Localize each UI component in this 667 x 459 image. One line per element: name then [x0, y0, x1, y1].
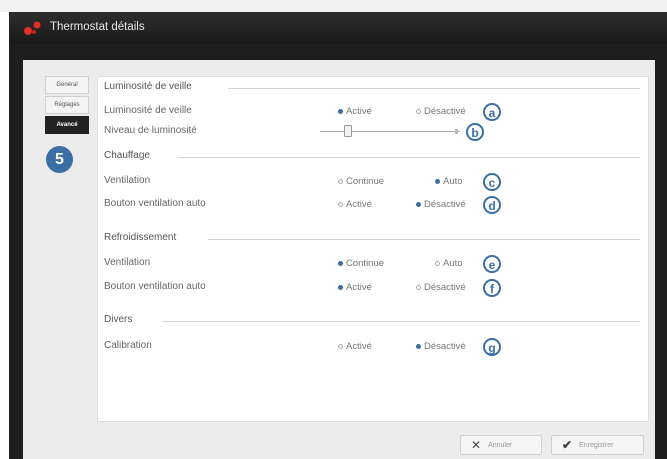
- radio-luminosite-desactive[interactable]: Désactivé: [416, 106, 466, 117]
- tab-general[interactable]: Général: [45, 76, 89, 94]
- radio-dot-icon: [338, 344, 343, 349]
- marker-d: d: [483, 196, 501, 214]
- radio-dot-icon: [435, 261, 440, 266]
- marker-c: c: [483, 173, 501, 191]
- label-niveau-luminosite: Niveau de luminosité: [104, 125, 197, 136]
- marker-f: f: [483, 279, 501, 297]
- radio-calibration-desactive[interactable]: Désactivé: [416, 341, 466, 352]
- checkmark-icon: ✔: [562, 438, 573, 452]
- radio-dot-icon: [338, 261, 343, 266]
- radio-dot-icon: [416, 285, 421, 290]
- section-title-divers: Divers: [104, 314, 143, 325]
- tab-list: Général Réglages Avancé: [45, 76, 89, 136]
- marker-a: a: [483, 103, 501, 121]
- radio-ventilation-refroid-auto[interactable]: Auto: [435, 258, 463, 269]
- radio-dot-icon: [416, 109, 421, 114]
- radio-dot-icon: [416, 202, 421, 207]
- radio-dot-icon: [338, 202, 343, 207]
- tab-reglages[interactable]: Réglages: [45, 96, 89, 114]
- label-ventilation-refroidissement: Ventilation: [104, 257, 151, 268]
- brightness-slider-thumb[interactable]: [344, 125, 352, 137]
- radio-dot-icon: [338, 109, 343, 114]
- radio-dot-icon: [435, 179, 440, 184]
- section-title-refroidissement: Refroidissement: [104, 232, 187, 243]
- radio-dot-icon: [338, 179, 343, 184]
- save-button[interactable]: ✔ Enregistrer: [551, 435, 644, 455]
- label-bouton-auto-chauffage: Bouton ventilation auto: [104, 198, 206, 209]
- close-icon: ✕: [471, 438, 482, 452]
- radio-bouton-chauffage-desactive[interactable]: Désactivé: [416, 199, 466, 210]
- radio-bouton-refroid-active[interactable]: Activé: [338, 282, 372, 293]
- label-bouton-auto-refroidissement: Bouton ventilation auto: [104, 281, 206, 292]
- dialog-content: Général Réglages Avancé 5 Luminosité de …: [23, 60, 655, 459]
- marker-e: e: [483, 255, 501, 273]
- radio-bouton-refroid-desactive[interactable]: Désactivé: [416, 282, 466, 293]
- radio-bouton-chauffage-active[interactable]: Activé: [338, 199, 372, 210]
- radio-ventilation-refroid-continue[interactable]: Continue: [338, 258, 384, 269]
- slider-end-tick: [455, 129, 458, 134]
- step-badge: 5: [46, 146, 73, 173]
- section-title-luminosite: Luminosité de veille: [104, 81, 202, 92]
- cancel-button[interactable]: ✕ Annuler: [460, 435, 542, 455]
- label-ventilation-chauffage: Ventilation: [104, 175, 151, 186]
- radio-dot-icon: [416, 344, 421, 349]
- label-calibration: Calibration: [104, 340, 152, 351]
- window-title: Thermostat détails: [50, 21, 145, 33]
- section-divider: [208, 239, 640, 240]
- marker-g: g: [483, 338, 501, 356]
- settings-panel: Luminosité de veille Luminosité de veill…: [97, 76, 649, 422]
- radio-dot-icon: [338, 285, 343, 290]
- section-title-chauffage: Chauffage: [104, 150, 160, 161]
- radio-ventilation-chauffage-continue[interactable]: Continue: [338, 176, 384, 187]
- thermostat-details-window: Thermostat détails Général Réglages Avan…: [9, 12, 667, 459]
- top-strip: [0, 0, 667, 12]
- section-divider: [162, 321, 640, 322]
- brightness-slider-track[interactable]: [320, 131, 460, 132]
- tab-avance[interactable]: Avancé: [45, 116, 89, 134]
- radio-calibration-active[interactable]: Activé: [338, 341, 372, 352]
- radio-luminosite-active[interactable]: Activé: [338, 106, 372, 117]
- section-divider: [228, 88, 640, 89]
- label-luminosite-veille: Luminosité de veille: [104, 105, 192, 116]
- app-logo-icon: [24, 21, 41, 35]
- radio-ventilation-chauffage-auto[interactable]: Auto: [435, 176, 463, 187]
- section-divider: [178, 157, 640, 158]
- marker-b: b: [466, 123, 484, 141]
- title-bar: Thermostat détails: [9, 12, 667, 44]
